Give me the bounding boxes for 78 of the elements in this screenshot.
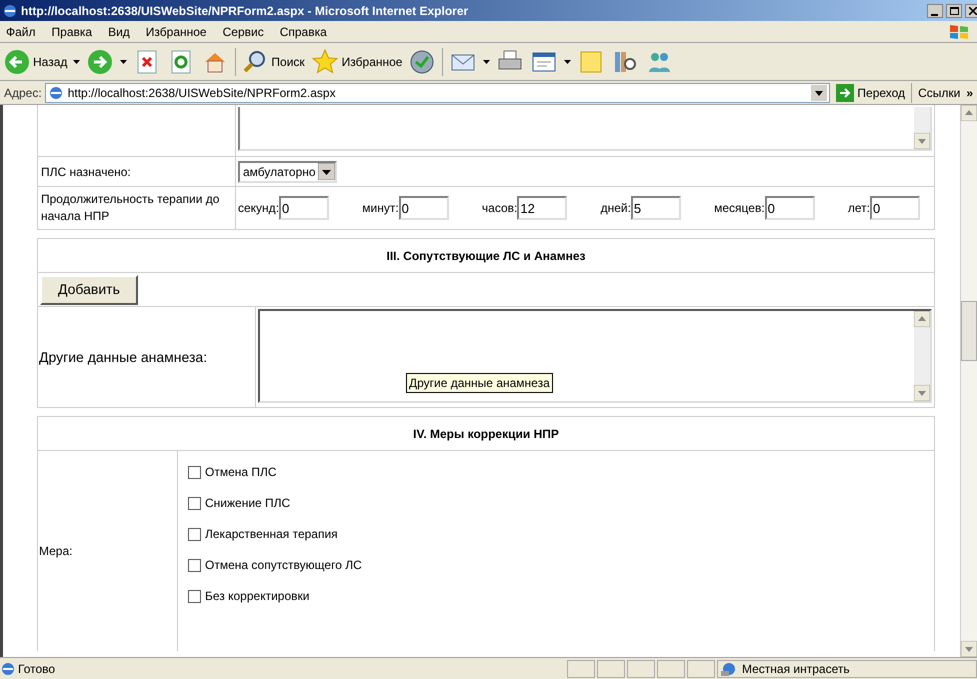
menu-item[interactable]: Сервис: [222, 22, 264, 40]
field-label: часов:: [482, 200, 518, 217]
input-field[interactable]: 5: [630, 196, 681, 220]
dropdown-arrow-icon[interactable]: [483, 60, 490, 64]
links-button[interactable]: Ссылки: [915, 84, 964, 102]
close-icon: [969, 6, 977, 14]
menu-item[interactable]: Избранное: [146, 22, 207, 40]
section-heading: IV. Меры коррекции НПР: [413, 426, 559, 442]
checkbox[interactable]: [188, 466, 201, 478]
caret-icon: [811, 84, 828, 100]
scrollbar[interactable]: [960, 105, 977, 657]
media-icon[interactable]: [408, 48, 436, 76]
input-field[interactable]: 0: [279, 196, 330, 220]
status-text: Готово: [18, 660, 56, 678]
scroll-up-icon[interactable]: [914, 311, 930, 327]
checkbox[interactable]: [188, 558, 201, 572]
network-icon: [720, 660, 738, 676]
star-icon: [310, 48, 339, 76]
zone-text: Местная интрасеть: [742, 660, 850, 678]
checkbox[interactable]: [188, 528, 201, 540]
checkbox-label: Отмена сопутствующего ЛС: [205, 557, 362, 574]
input-field[interactable]: 0: [764, 196, 815, 220]
input-field[interactable]: 12: [517, 196, 568, 220]
caret-icon: [318, 163, 335, 180]
status-pane: [627, 660, 655, 678]
field-label: секунд:: [238, 200, 280, 217]
field-label: Другие данные анамнеза:: [39, 348, 208, 367]
dropdown-arrow-icon[interactable]: [564, 60, 572, 64]
page-icon: [48, 84, 64, 100]
address-field[interactable]: http://localhost:2638/UISWebSite/NPRForm2.aspx: [44, 82, 830, 102]
maximize-icon: [950, 6, 958, 14]
input-field[interactable]: 0: [398, 196, 449, 220]
address-label: Адрес:: [4, 84, 42, 102]
window-title: http://localhost:2638/UISWebSite/NPRForm2.aspx - Microsoft Internet Explorer: [21, 2, 470, 20]
status-pane: [567, 660, 595, 678]
field-label: Мера:: [39, 543, 72, 560]
field-label: Продолжительность терапии до начала НПР: [41, 191, 220, 225]
dropdown-arrow-icon[interactable]: [120, 60, 128, 64]
search-button[interactable]: Поиск: [242, 48, 305, 74]
menu-item[interactable]: Файл: [6, 22, 36, 40]
add-button[interactable]: Добавить: [40, 274, 138, 304]
dropdown-arrow-icon[interactable]: [73, 60, 80, 64]
menu-item[interactable]: Справка: [280, 22, 327, 40]
checkbox-label: Без корректировки: [205, 588, 310, 605]
minimize-icon: [931, 14, 939, 16]
scroll-down-icon[interactable]: [914, 133, 930, 149]
browser-icon: [2, 2, 18, 18]
field-label: лет:: [848, 200, 870, 217]
close-button[interactable]: [965, 4, 977, 18]
minimize-button[interactable]: [927, 4, 943, 18]
checkbox[interactable]: [188, 590, 201, 602]
status-pane: [687, 660, 715, 678]
scroll-down-icon[interactable]: [914, 385, 930, 401]
menu-item[interactable]: Правка: [52, 22, 92, 40]
checkbox-label: Отмена ПЛС: [205, 464, 277, 481]
status-pane: [597, 660, 625, 678]
more-links-button[interactable]: »: [966, 84, 973, 102]
maximize-button[interactable]: [946, 4, 962, 18]
menu-item[interactable]: Вид: [108, 22, 130, 40]
section-heading: III. Сопутствующие ЛС и Анамнез: [386, 248, 586, 264]
input-field[interactable]: 0: [870, 196, 920, 220]
back-button[interactable]: Назад: [4, 48, 68, 74]
field-label: дней:: [600, 200, 631, 217]
scroll-up-icon[interactable]: [961, 105, 977, 121]
go-button[interactable]: Переход: [833, 84, 908, 102]
page-icon: [0, 660, 16, 676]
tooltip: Другие данные анамнеза: [406, 373, 553, 393]
favorites-button[interactable]: Избранное: [310, 48, 402, 76]
status-pane: [657, 660, 685, 678]
scroll-down-icon[interactable]: [961, 641, 977, 657]
dropdown[interactable]: амбулаторно: [238, 160, 337, 182]
scroll-thumb[interactable]: [961, 301, 977, 361]
checkbox[interactable]: [188, 496, 201, 510]
field-label: ПЛС назначено:: [41, 164, 131, 180]
field-label: минут:: [362, 200, 399, 217]
checkbox-label: Снижение ПЛС: [205, 495, 290, 512]
field-label: месяцев:: [714, 200, 765, 217]
checkbox-label: Лекарственная терапия: [205, 526, 338, 543]
